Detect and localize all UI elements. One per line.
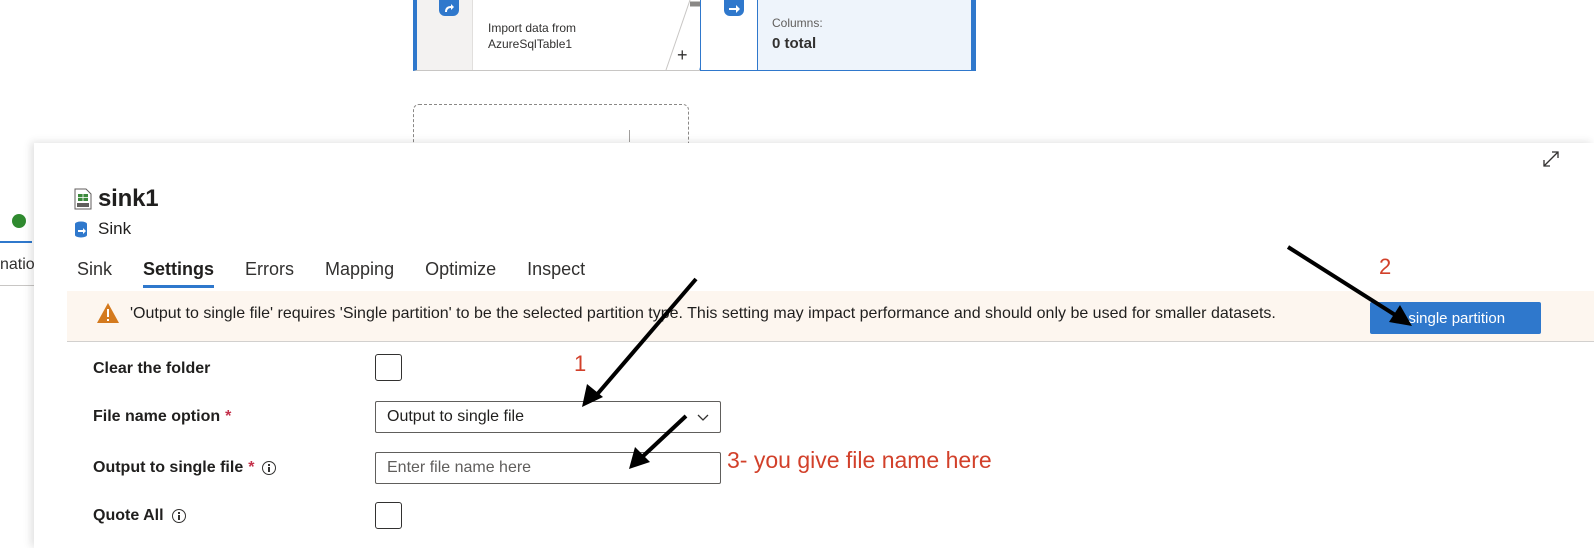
panel-subtitle: Sink [98,219,132,238]
settings-tabs: Sink Settings Errors Mapping Optimize In… [77,257,616,288]
source-node-label: Import data from AzureSqlTable1 [488,21,577,51]
warning-icon [97,303,119,323]
database-sink-icon [724,0,744,16]
status-dot-icon [12,214,26,228]
annotation-label-2: 2 [1379,254,1392,279]
required-marker: * [248,459,255,476]
file-name-option-value: Output to single file [387,408,524,425]
panel-header: sink1 [74,185,159,213]
annotation-label-3: 3- you give file name here [727,447,992,473]
csv-file-icon [74,188,92,210]
tab-settings[interactable]: Settings [143,257,215,288]
page-title: sink1 [98,185,159,212]
left-divider [0,285,34,286]
tab-optimize[interactable]: Optimize [425,257,496,288]
info-icon[interactable] [262,461,277,475]
placeholder-connector [629,130,630,142]
tab-inspect[interactable]: Inspect [527,257,585,288]
clear-folder-label: Clear the folder [93,360,211,377]
sink-columns-label: Columns: [772,16,823,30]
chevron-down-icon [697,414,709,421]
left-tab-label[interactable]: natio [0,256,34,274]
tab-mapping[interactable]: Mapping [325,257,394,288]
required-marker: * [225,408,232,425]
tab-sink[interactable]: Sink [77,257,112,288]
sink-database-icon [75,221,87,238]
left-tab-underline [0,241,32,243]
output-file-name-input[interactable] [375,452,721,484]
warning-text: 'Output to single file' requires 'Single… [130,305,1276,322]
tab-errors[interactable]: Errors [245,257,294,288]
quote-all-label: Quote All [93,507,186,525]
clear-folder-checkbox[interactable] [375,354,402,381]
expand-icon[interactable] [1540,148,1562,170]
add-transformation-button[interactable]: + [677,45,688,66]
annotation-label-1: 1 [574,351,587,376]
quote-all-checkbox[interactable] [375,502,402,529]
output-single-file-label: Output to single file * [93,459,277,477]
info-icon[interactable] [171,509,186,523]
set-single-partition-button[interactable]: t single partition [1370,302,1541,334]
dataflow-canvas[interactable]: Import data from AzureSqlTable1 Columns:… [0,0,1594,164]
sink-columns-value: 0 total [772,35,817,52]
panel-subheader: Sink [74,219,131,239]
file-name-option-dropdown[interactable]: Output to single file [375,401,721,433]
properties-panel [34,143,1594,548]
file-name-option-label: File name option * [93,408,232,425]
database-redirect-icon [439,0,459,16]
